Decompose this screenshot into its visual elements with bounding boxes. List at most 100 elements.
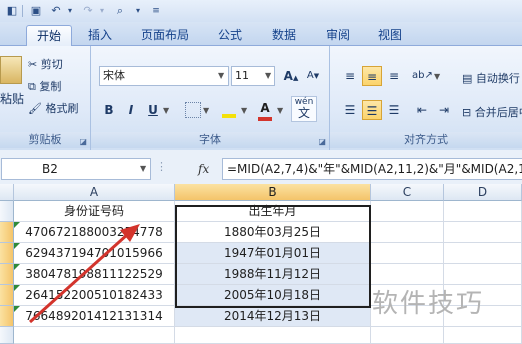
format-painter-button[interactable]: 🖌 格式刷 — [28, 100, 78, 116]
error-indicator-icon[interactable] — [14, 243, 20, 249]
font-launcher-icon[interactable]: ◪ — [318, 137, 326, 146]
brush-icon: 🖌 — [28, 102, 42, 115]
name-box[interactable]: B2 — [1, 158, 151, 180]
cell-d2[interactable] — [444, 222, 522, 243]
cell-c4[interactable] — [371, 264, 444, 285]
clipboard-group: 粘贴 ✂ 剪切 ⧉ 复制 🖌 格式刷 剪贴板 ◪ — [0, 46, 91, 150]
name-box-dropdown-icon[interactable]: ▼ — [140, 164, 146, 173]
cut-button[interactable]: ✂ 剪切 — [28, 56, 63, 72]
align-top-button[interactable]: ≡ — [340, 66, 360, 86]
tab-home[interactable]: 开始 — [26, 25, 72, 47]
row-header[interactable] — [0, 243, 14, 264]
borders-dropdown-icon[interactable]: ▼ — [203, 106, 209, 115]
fill-color-icon[interactable] — [219, 100, 239, 120]
font-group: 宋体 ▼ 11 ▼ A▲ A▼ B I U ▼ ▼ ▼ A ▼ wén 文 字体 … — [91, 46, 330, 150]
error-indicator-icon[interactable] — [14, 264, 20, 270]
insert-function-button[interactable]: fx — [198, 158, 216, 180]
font-color-icon[interactable]: A — [255, 98, 275, 118]
cell-a2[interactable]: 470672188003254778 — [14, 222, 175, 243]
cell-c1[interactable] — [371, 201, 444, 222]
tab-formulas[interactable]: 公式 — [210, 25, 250, 46]
clipboard-launcher-icon[interactable]: ◪ — [79, 137, 87, 146]
font-color-dropdown-icon[interactable]: ▼ — [277, 106, 283, 115]
column-header-a[interactable]: A — [14, 184, 175, 201]
selection-range-outline — [175, 205, 371, 308]
cell-c7[interactable] — [371, 327, 444, 344]
error-indicator-icon[interactable] — [14, 306, 20, 312]
undo-dropdown-icon[interactable]: ▾ — [62, 3, 78, 19]
font-group-label: 字体 — [91, 132, 329, 148]
row-header[interactable] — [0, 264, 14, 285]
row-header[interactable] — [0, 285, 14, 306]
customize-icon[interactable]: ≡ — [148, 3, 164, 19]
select-all-corner[interactable] — [0, 184, 14, 201]
cell-d7[interactable] — [444, 327, 522, 344]
office-button[interactable]: ◧ — [4, 3, 20, 19]
cell-b6[interactable]: 2014年12月13日 — [175, 306, 371, 327]
print-preview-icon[interactable]: ⌕ — [112, 3, 128, 19]
align-center-button[interactable]: ☰ — [362, 100, 382, 120]
copy-button[interactable]: ⧉ 复制 — [28, 78, 61, 94]
tab-review[interactable]: 审阅 — [318, 25, 358, 46]
align-right-button[interactable]: ☰ — [384, 100, 404, 120]
row-header[interactable] — [0, 222, 14, 243]
cell-d3[interactable] — [444, 243, 522, 264]
merge-center-button[interactable]: ⊟ 合并后居中 — [462, 104, 522, 120]
cell-d4[interactable] — [444, 264, 522, 285]
cell-a6[interactable]: 766489201412131314 — [14, 306, 175, 327]
formula-input[interactable]: =MID(A2,7,4)&"年"&MID(A2,11,2)&"月"&MID(A2… — [222, 158, 522, 180]
cell-a4[interactable]: 380478198811122529 — [14, 264, 175, 285]
decrease-indent-button[interactable]: ⇤ — [412, 100, 432, 120]
row-header[interactable] — [0, 306, 14, 327]
font-name-dropdown-icon[interactable]: ▼ — [218, 71, 224, 80]
redo-dropdown-icon[interactable]: ▾ — [94, 3, 110, 19]
alignment-group: ≡ ≡ ≡ ab↗ ▼ ☰ ☰ ☰ ⇤ ⇥ ▤ 自动换行 ⊟ 合并后居中 对齐方… — [330, 46, 522, 150]
scissors-icon: ✂ — [28, 58, 38, 71]
cell-a1[interactable]: 身份证号码 — [14, 201, 175, 222]
tab-insert[interactable]: 插入 — [80, 25, 120, 46]
align-left-button[interactable]: ☰ — [340, 100, 360, 120]
paste-icon[interactable] — [0, 56, 22, 84]
tab-page-layout[interactable]: 页面布局 — [134, 25, 196, 46]
paste-button[interactable]: 粘贴 — [0, 90, 24, 107]
cell-b7[interactable] — [175, 327, 371, 344]
font-size-dropdown-icon[interactable]: ▼ — [265, 71, 271, 80]
align-bottom-button[interactable]: ≡ — [384, 66, 404, 86]
cell-c2[interactable] — [371, 222, 444, 243]
watermark: 软件技巧 — [372, 289, 485, 319]
underline-dropdown-icon[interactable]: ▼ — [163, 106, 169, 115]
column-header-c[interactable]: C — [371, 184, 444, 201]
cell-d1[interactable] — [444, 201, 522, 222]
orientation-icon[interactable]: ab↗ — [412, 66, 433, 86]
italic-button[interactable]: I — [121, 100, 141, 120]
error-indicator-icon[interactable] — [14, 285, 20, 291]
column-header-d[interactable]: D — [444, 184, 522, 201]
underline-button[interactable]: U — [143, 100, 163, 120]
font-name-select[interactable]: 宋体 — [99, 66, 229, 86]
orientation-dropdown-icon[interactable]: ▼ — [434, 72, 440, 81]
row-header[interactable] — [0, 327, 14, 344]
formula-bar-splitter[interactable]: ⋮ — [156, 160, 167, 178]
cell-a7[interactable] — [14, 327, 175, 344]
print-dropdown-icon[interactable]: ▾ — [130, 3, 146, 19]
formula-bar: B2 ▼ ⋮ fx =MID(A2,7,4)&"年"&MID(A2,11,2)&… — [0, 150, 522, 184]
copy-icon: ⧉ — [28, 80, 36, 93]
bold-button[interactable]: B — [99, 100, 119, 120]
tab-view[interactable]: 视图 — [370, 25, 410, 46]
grow-font-button[interactable]: A▲ — [281, 66, 301, 86]
align-middle-button[interactable]: ≡ — [362, 66, 382, 86]
cell-a3[interactable]: 629437194701015966 — [14, 243, 175, 264]
save-icon[interactable]: ▣ — [28, 3, 44, 19]
cell-c3[interactable] — [371, 243, 444, 264]
error-indicator-icon[interactable] — [14, 222, 20, 228]
shrink-font-button[interactable]: A▼ — [303, 66, 323, 86]
row-header[interactable] — [0, 201, 14, 222]
tab-data[interactable]: 数据 — [264, 25, 304, 46]
cell-a5[interactable]: 264152200510182433 — [14, 285, 175, 306]
fill-color-dropdown-icon[interactable]: ▼ — [241, 106, 247, 115]
column-header-b[interactable]: B — [175, 184, 371, 201]
borders-icon[interactable] — [185, 102, 201, 118]
wrap-text-button[interactable]: ▤ 自动换行 — [462, 70, 520, 86]
phonetic-button[interactable]: wén 文 — [291, 96, 317, 122]
increase-indent-button[interactable]: ⇥ — [434, 100, 454, 120]
